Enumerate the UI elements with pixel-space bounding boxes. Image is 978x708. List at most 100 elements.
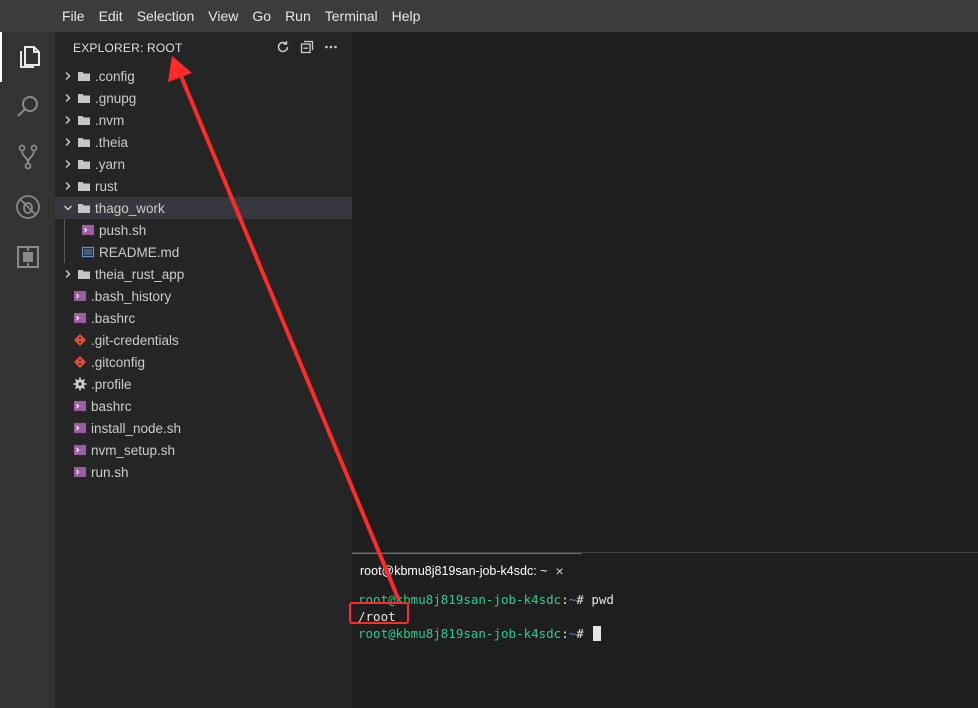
folder-icon [77, 201, 91, 215]
chevron-right-icon[interactable] [63, 71, 73, 81]
chevron-right-icon[interactable] [63, 181, 73, 191]
tree-item-label: thago_work [95, 200, 165, 216]
tree-file[interactable]: .bashrc [55, 307, 352, 329]
annotation-highlight-box [349, 602, 409, 624]
tree-folder[interactable]: theia_rust_app [55, 263, 352, 285]
explorer-header: EXPLORER: ROOT [55, 32, 352, 64]
file-tree: .config .gnupg .nvm .theia .yarn rust thago_wo… [55, 65, 352, 483]
menu-run[interactable]: Run [278, 0, 318, 32]
folder-icon [77, 157, 91, 171]
tree-item-label: run.sh [91, 464, 129, 480]
tree-item-label: .gitconfig [91, 354, 146, 370]
indent-guide [64, 219, 65, 241]
menu-selection[interactable]: Selection [130, 0, 202, 32]
indent-guide [64, 241, 65, 263]
tree-item-label: install_node.sh [91, 420, 182, 436]
close-icon[interactable]: × [555, 563, 563, 579]
shell-file-icon [73, 443, 87, 457]
tree-file[interactable]: .profile [55, 373, 352, 395]
terminal-tab-label: root@kbmu8j819san-job-k4sdc: ~ [360, 563, 548, 578]
tree-item-label: rust [95, 178, 118, 194]
tree-folder[interactable]: rust [55, 175, 352, 197]
settings-file-icon [73, 377, 87, 391]
menu-bar: File Edit Selection View Go Run Terminal… [0, 0, 978, 32]
folder-icon [77, 113, 91, 127]
shell-file-icon [73, 311, 87, 325]
shell-file-icon [73, 465, 87, 479]
more-icon[interactable] [324, 40, 338, 54]
folder-icon [77, 179, 91, 193]
tree-item-label: bashrc [91, 398, 132, 414]
search-icon[interactable] [0, 82, 55, 132]
debug-icon[interactable] [0, 182, 55, 232]
tree-file[interactable]: run.sh [55, 461, 352, 483]
tree-file[interactable]: push.sh [55, 219, 352, 241]
prompt-separator: : [561, 626, 569, 641]
terminal-line: root@kbmu8j819san-job-k4sdc:~# [358, 625, 614, 642]
markdown-file-icon [81, 245, 95, 259]
folder-icon [77, 91, 91, 105]
tree-file[interactable]: install_node.sh [55, 417, 352, 439]
tree-item-label: .profile [91, 376, 132, 392]
chevron-right-icon[interactable] [63, 137, 73, 147]
menu-terminal[interactable]: Terminal [318, 0, 385, 32]
tree-folder[interactable]: .theia [55, 131, 352, 153]
prompt-command: pwd [591, 592, 614, 607]
tree-item-label: .yarn [95, 156, 126, 172]
tree-file[interactable]: .gitconfig [55, 351, 352, 373]
explorer-title: EXPLORER: ROOT [73, 41, 183, 55]
folder-icon [77, 69, 91, 83]
tree-item-label: .theia [95, 134, 129, 150]
prompt-separator: : [561, 592, 569, 607]
files-icon[interactable] [0, 32, 55, 82]
extensions-icon[interactable] [0, 232, 55, 282]
editor-area[interactable] [352, 32, 978, 552]
prompt-symbol: # [576, 626, 592, 641]
prompt-symbol: # [576, 592, 592, 607]
tree-folder[interactable]: thago_work [55, 197, 352, 219]
folder-icon [77, 135, 91, 149]
tree-item-label: README.md [99, 244, 180, 260]
tree-item-label: .config [95, 68, 135, 84]
chevron-down-icon[interactable] [63, 203, 73, 213]
git-file-icon [73, 355, 87, 369]
folder-icon [77, 267, 91, 281]
collapse-all-icon[interactable] [300, 40, 314, 54]
tree-file[interactable]: .git-credentials [55, 329, 352, 351]
menu-file[interactable]: File [55, 0, 92, 32]
tree-item-label: nvm_setup.sh [91, 442, 176, 458]
tree-item-label: .bash_history [91, 288, 172, 304]
terminal-tab[interactable]: root@kbmu8j819san-job-k4sdc: ~ × [352, 553, 582, 587]
chevron-right-icon[interactable] [63, 93, 73, 103]
tree-item-label: .bashrc [91, 310, 136, 326]
explorer-sidebar: EXPLORER: ROOT .config .gnupg .nvm .theia .y… [55, 32, 352, 708]
git-file-icon [73, 333, 87, 347]
menu-help[interactable]: Help [385, 0, 428, 32]
tree-folder[interactable]: .nvm [55, 109, 352, 131]
tree-item-label: push.sh [99, 222, 147, 238]
chevron-right-icon[interactable] [63, 159, 73, 169]
tree-item-label: .nvm [95, 112, 125, 128]
tree-folder[interactable]: .config [55, 65, 352, 87]
tree-file[interactable]: bashrc [55, 395, 352, 417]
menu-edit[interactable]: Edit [92, 0, 130, 32]
tree-file[interactable]: .bash_history [55, 285, 352, 307]
tree-item-label: theia_rust_app [95, 266, 185, 282]
tree-file[interactable]: README.md [55, 241, 352, 263]
shell-file-icon [73, 421, 87, 435]
chevron-right-icon[interactable] [63, 269, 73, 279]
shell-file-icon [81, 223, 95, 237]
tree-folder[interactable]: .gnupg [55, 87, 352, 109]
tree-item-label: .git-credentials [91, 332, 179, 348]
tree-file[interactable]: nvm_setup.sh [55, 439, 352, 461]
chevron-right-icon[interactable] [63, 115, 73, 125]
menu-go[interactable]: Go [245, 0, 278, 32]
prompt-user-host: root@kbmu8j819san-job-k4sdc [358, 626, 562, 641]
activity-bar [0, 32, 55, 708]
source-control-icon[interactable] [0, 132, 55, 182]
menu-view[interactable]: View [201, 0, 245, 32]
shell-file-icon [73, 399, 87, 413]
refresh-icon[interactable] [276, 40, 290, 54]
terminal-cursor [593, 626, 602, 641]
tree-folder[interactable]: .yarn [55, 153, 352, 175]
